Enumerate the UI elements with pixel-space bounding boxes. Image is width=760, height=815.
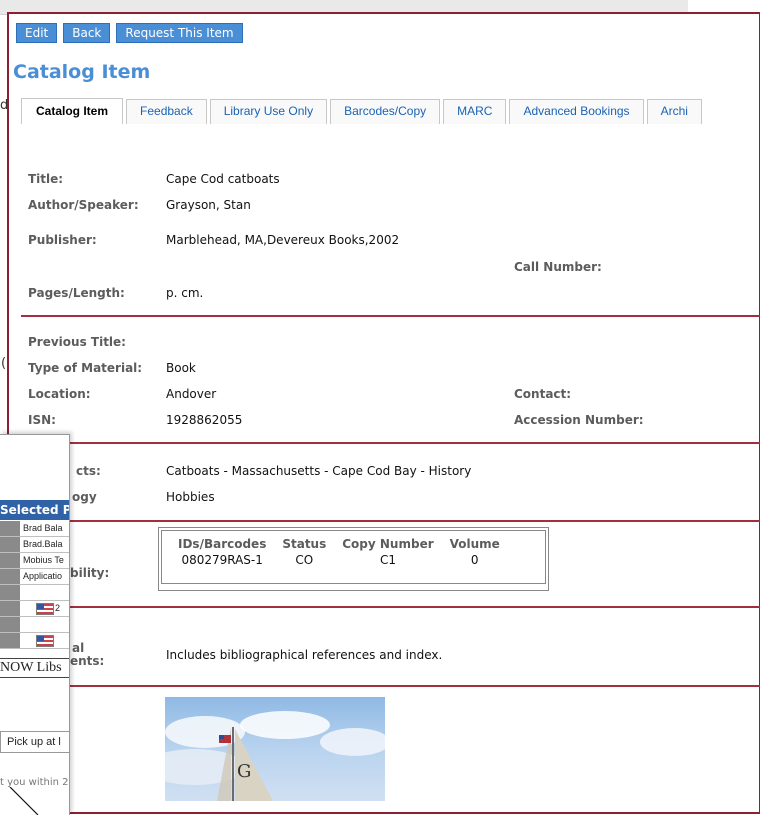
column-header: IDs/Barcodes xyxy=(178,537,267,551)
terminology-label: ogy xyxy=(72,490,97,504)
publisher-label: Publisher: xyxy=(28,233,97,247)
libs-label: NOW Libs xyxy=(0,658,69,678)
location-label: Location: xyxy=(28,387,91,401)
previous-title-label: Previous Title: xyxy=(28,335,126,349)
terminology-value: Hobbies xyxy=(166,490,215,504)
table-row: 080279RAS-1 CO C1 0 xyxy=(170,551,508,569)
flag-icon[interactable] xyxy=(36,603,54,615)
pages-label: Pages/Length: xyxy=(28,286,125,300)
isn-label: ISN: xyxy=(28,413,56,427)
list-item[interactable]: Brad.Bala xyxy=(0,537,69,553)
call-number-label: Call Number: xyxy=(514,260,602,274)
author-value: Grayson, Stan xyxy=(166,198,251,212)
isn-value: 1928862055 xyxy=(166,413,243,427)
type-of-material-value: Book xyxy=(166,361,196,375)
column-header: Status xyxy=(282,537,327,551)
location-value: Andover xyxy=(166,387,217,401)
volume-cell: 0 xyxy=(470,553,479,567)
section-divider xyxy=(21,606,760,608)
availability-table: IDs/Barcodes Status Copy Number Volume 0… xyxy=(158,527,549,591)
pages-value: p. cm. xyxy=(166,286,204,300)
column-header: Copy Number xyxy=(342,537,434,551)
section-divider xyxy=(21,315,760,317)
back-button[interactable]: Back xyxy=(63,23,111,43)
tab-library-use-only[interactable]: Library Use Only xyxy=(209,99,328,124)
tab-bar: Catalog Item Feedback Library Use Only B… xyxy=(21,98,705,124)
tab-catalog-item[interactable]: Catalog Item xyxy=(21,98,124,124)
tab-feedback[interactable]: Feedback xyxy=(126,99,207,124)
title-label: Title: xyxy=(28,172,64,186)
list-item xyxy=(0,585,69,601)
tab-archive[interactable]: Archi xyxy=(646,99,702,124)
copy-number-cell: C1 xyxy=(379,553,396,567)
title-value: Cape Cod catboats xyxy=(166,172,280,186)
list-item xyxy=(0,617,69,633)
toolbar: Edit Back Request This Item xyxy=(16,23,243,43)
selected-header: Selected Pe xyxy=(0,500,69,520)
pointer-line xyxy=(9,787,39,815)
section-divider xyxy=(21,520,760,522)
section-divider xyxy=(21,442,760,444)
list-item[interactable]: Mobius Te xyxy=(0,553,69,569)
status-cell: CO xyxy=(295,553,314,567)
tab-advanced-bookings[interactable]: Advanced Bookings xyxy=(509,99,644,124)
list-item[interactable]: Applicatio xyxy=(0,569,69,585)
sailboat-photo: G xyxy=(165,711,385,801)
section-divider xyxy=(21,685,760,687)
column-header: Volume xyxy=(449,537,500,551)
notes-value: Includes bibliographical references and … xyxy=(166,648,443,662)
request-item-button[interactable]: Request This Item xyxy=(116,23,243,43)
subjects-value: Catboats - Massachusetts - Cape Cod Bay … xyxy=(166,464,472,478)
author-label: Author/Speaker: xyxy=(28,198,139,212)
background-text: ( xyxy=(1,356,7,371)
page-title: Catalog Item xyxy=(13,61,151,83)
flag-icon[interactable] xyxy=(36,635,54,647)
contact-label: Contact: xyxy=(514,387,572,401)
availability-label: bility: xyxy=(70,566,110,580)
svg-text:G: G xyxy=(237,761,251,782)
overlapping-window: Selected Pe Brad Bala Brad.Bala Mobius T… xyxy=(0,434,70,815)
list-item[interactable]: Brad Bala xyxy=(0,521,69,537)
catalog-item-window: Edit Back Request This Item Catalog Item… xyxy=(7,12,760,814)
accession-number-label: Accession Number: xyxy=(514,413,644,427)
list-item[interactable] xyxy=(0,633,69,649)
tab-marc[interactable]: MARC xyxy=(443,99,507,124)
cover-image: G xyxy=(165,697,385,801)
list-item[interactable]: 2 xyxy=(0,601,69,617)
publisher-value: Marblehead, MA,Devereux Books,2002 xyxy=(166,233,400,247)
notes-label-line2: ents: xyxy=(70,654,105,668)
tab-barcodes-copy[interactable]: Barcodes/Copy xyxy=(330,99,441,124)
type-of-material-label: Type of Material: xyxy=(28,361,143,375)
barcode-cell: 080279RAS-1 xyxy=(181,553,263,567)
pickup-select[interactable]: Pick up at l xyxy=(0,731,69,753)
notes-label-line1: al xyxy=(72,641,85,655)
subjects-label: cts: xyxy=(76,464,101,478)
edit-button[interactable]: Edit xyxy=(16,23,58,43)
